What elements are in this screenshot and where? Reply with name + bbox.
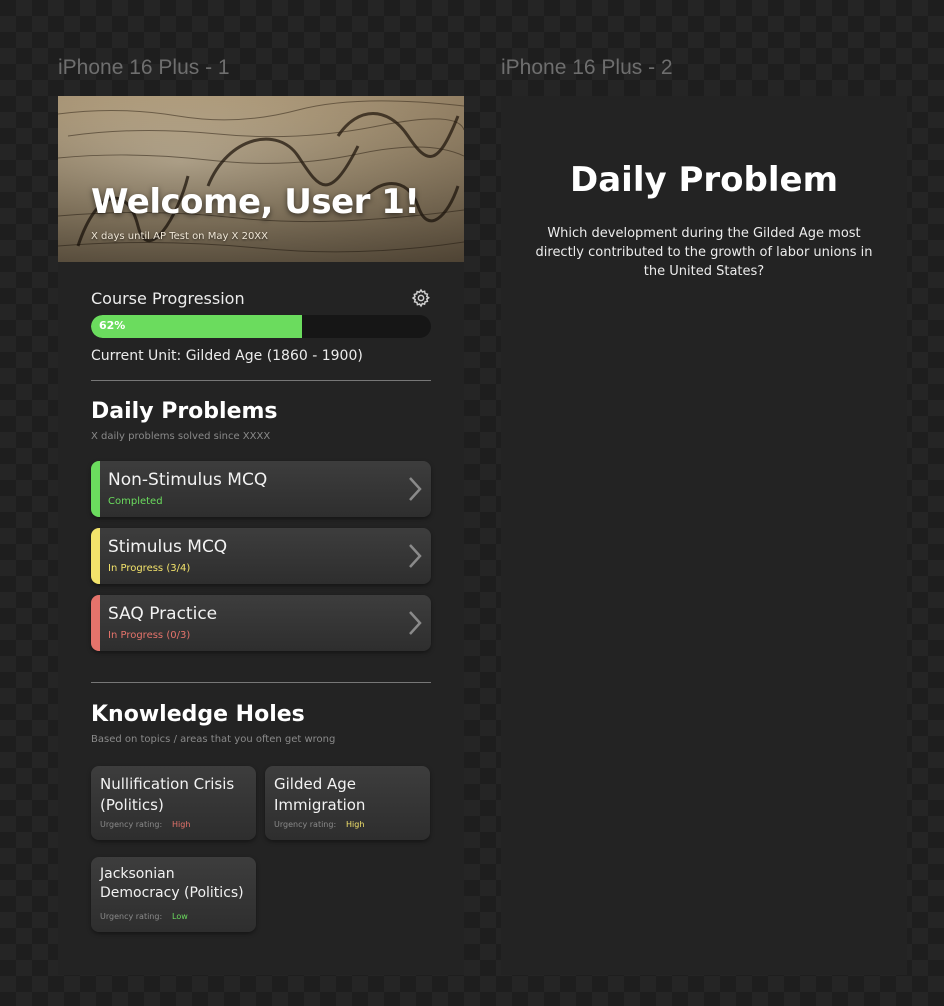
daily-problems-title: Daily Problems [91,399,278,424]
urgency-value: Low [172,912,188,921]
divider [91,380,431,381]
urgency-label: Urgency rating: [100,820,163,829]
knowledge-holes-subtitle: Based on topics / areas that you often g… [91,734,336,745]
chevron-right-icon [409,477,422,501]
daily-problems-subtitle: X daily problems solved since XXXX [91,431,271,442]
problem-title: Non-Stimulus MCQ [108,470,268,490]
problem-card-saq-practice[interactable]: SAQ Practice In Progress (0/3) [91,595,431,651]
knowledge-card-gilded-age-immigration[interactable]: Gilded Age Immigration Urgency rating: H… [265,766,430,840]
course-progress-percent: 62% [99,319,126,332]
daily-problem-screen: Daily Problem Which development during t… [501,96,907,975]
status-color-bar [91,461,100,517]
problem-title: SAQ Practice [108,604,218,624]
welcome-title: Welcome, User 1! [91,182,420,222]
status-color-bar [91,528,100,584]
urgency-label: Urgency rating: [100,912,163,921]
status-color-bar [91,595,100,651]
problem-card-stimulus-mcq[interactable]: Stimulus MCQ In Progress (3/4) [91,528,431,584]
chevron-right-icon [409,611,422,635]
current-unit: Current Unit: Gilded Age (1860 - 1900) [91,348,363,364]
knowledge-holes-title: Knowledge Holes [91,702,305,727]
course-progression-label: Course Progression [91,289,245,308]
divider [91,682,431,683]
course-progress-bar: 62% [91,315,431,338]
urgency-value: High [172,820,191,829]
hero-banner: Welcome, User 1! X days until AP Test on… [58,96,464,262]
gear-icon[interactable] [411,288,431,308]
frame-label-1: iPhone 16 Plus - 1 [58,56,230,79]
urgency-value: High [346,820,365,829]
problem-card-non-stimulus-mcq[interactable]: Non-Stimulus MCQ Completed [91,461,431,517]
daily-problem-title: Daily Problem [570,160,838,200]
chevron-right-icon [409,544,422,568]
knowledge-title: Gilded Age Immigration [274,775,366,814]
problem-status: Completed [108,496,163,507]
problem-title: Stimulus MCQ [108,537,228,557]
knowledge-card-nullification-crisis[interactable]: Nullification Crisis (Politics) Urgency … [91,766,256,840]
knowledge-card-jacksonian-democracy[interactable]: Jacksonian Democracy (Politics) Urgency … [91,857,256,932]
knowledge-title: Nullification Crisis (Politics) [100,775,235,814]
home-screen: Welcome, User 1! X days until AP Test on… [58,96,464,975]
frame-label-2: iPhone 16 Plus - 2 [501,56,673,79]
knowledge-title: Jacksonian Democracy (Politics) [100,866,244,901]
problem-status: In Progress (3/4) [108,563,191,574]
urgency-label: Urgency rating: [274,820,337,829]
test-countdown: X days until AP Test on May X 20XX [91,231,269,242]
problem-status: In Progress (0/3) [108,630,191,641]
daily-problem-question: Which development during the Gilded Age … [535,226,873,279]
